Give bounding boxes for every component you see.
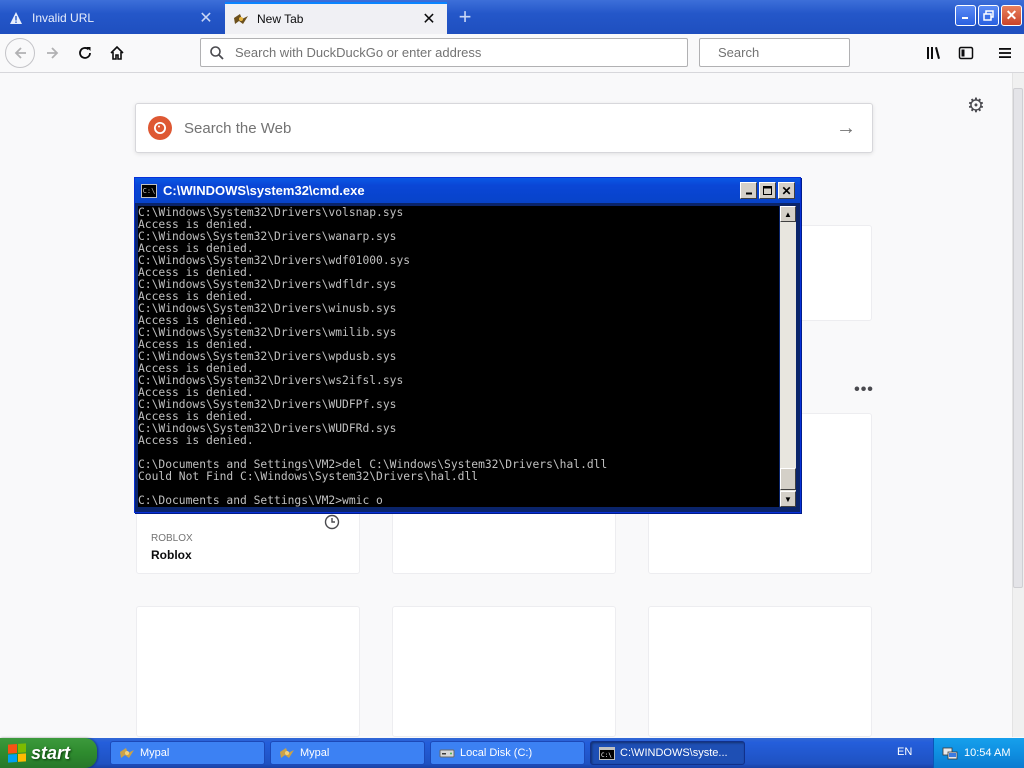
cmd-window[interactable]: C:\ C:\WINDOWS\system32\cmd.exe ✕ C:\Win… <box>134 177 801 513</box>
page-scrollbar-thumb[interactable] <box>1013 88 1023 588</box>
minimize-icon <box>962 17 968 19</box>
taskbar-item-label: Mypal <box>300 747 330 759</box>
cmd-window-title: C:\WINDOWS\system32\cmd.exe <box>163 183 365 198</box>
cmd-close-button[interactable]: ✕ <box>778 182 795 199</box>
mypal-icon <box>233 11 249 27</box>
minimize-button[interactable] <box>955 5 976 26</box>
cmd-minimize-button[interactable] <box>740 182 757 199</box>
scroll-down-icon[interactable]: ▼ <box>780 491 796 507</box>
arrow-right-icon <box>47 47 59 59</box>
duckduckgo-icon <box>148 116 172 140</box>
back-button[interactable] <box>5 38 35 68</box>
reload-icon <box>79 47 91 59</box>
web-search-box[interactable]: → <box>135 103 873 153</box>
taskbar-item-label: Local Disk (C:) <box>460 747 533 759</box>
reload-button[interactable] <box>70 38 100 68</box>
svg-text:C:\: C:\ <box>601 752 612 759</box>
minimize-icon <box>745 192 752 194</box>
highlight-host: ROBLOX <box>151 533 193 544</box>
close-icon[interactable]: ✕ <box>194 6 218 30</box>
taskbar-item-local-disk[interactable]: Local Disk (C:) <box>430 741 585 765</box>
cmd-scrollbar-thumb[interactable] <box>780 468 796 490</box>
tab-invalid-url[interactable]: Invalid URL ✕ <box>0 2 224 34</box>
sidebar-button[interactable] <box>951 38 981 68</box>
windows-logo-icon <box>8 743 26 763</box>
cmd-titlebar[interactable]: C:\ C:\WINDOWS\system32\cmd.exe ✕ <box>135 178 800 203</box>
tab-label: Invalid URL <box>32 11 95 25</box>
cmd-icon: C:\ <box>599 745 615 761</box>
window-close-button[interactable]: ✕ <box>1001 5 1022 26</box>
nav-toolbar <box>0 34 1024 73</box>
cmd-console-output[interactable]: C:\Windows\System32\Drivers\volsnap.sys … <box>138 206 779 507</box>
language-indicator[interactable]: EN <box>897 746 912 758</box>
clock[interactable]: 10:54 AM <box>964 747 1010 759</box>
sidebar-icon <box>958 46 974 60</box>
start-button[interactable]: start <box>0 738 97 768</box>
system-tray: 10:54 AM <box>933 738 1024 768</box>
search-icon <box>210 45 224 60</box>
tab-new-tab[interactable]: New Tab ✕ <box>225 2 447 34</box>
highlight-card[interactable] <box>648 606 872 737</box>
close-icon: ✕ <box>1005 7 1018 23</box>
cmd-maximize-button[interactable] <box>759 182 776 199</box>
highlight-card[interactable] <box>392 606 616 737</box>
search-bar[interactable] <box>699 38 896 67</box>
arrow-left-icon <box>14 47 26 59</box>
web-search-input[interactable] <box>182 118 828 138</box>
maximize-icon <box>763 186 772 195</box>
taskbar-item-mypal[interactable]: Mypal <box>110 741 265 765</box>
hamburger-icon <box>999 48 1011 58</box>
menu-button[interactable] <box>990 38 1020 68</box>
warning-icon <box>8 10 24 26</box>
cmd-icon: C:\ <box>141 183 157 198</box>
library-button[interactable] <box>919 38 949 68</box>
search-input[interactable] <box>716 44 896 61</box>
drive-icon <box>439 745 455 761</box>
cmd-scrollbar[interactable]: ▲ ▼ <box>780 206 796 507</box>
tab-strip: Invalid URL ✕ New Tab ✕ + ✕ <box>0 0 1024 34</box>
taskbar-item-label: Mypal <box>140 747 170 759</box>
tray-network-icon[interactable] <box>942 745 958 761</box>
close-icon: ✕ <box>781 183 792 198</box>
forward-button[interactable] <box>38 38 68 68</box>
highlight-card[interactable] <box>136 606 360 737</box>
taskbar-item-mypal[interactable]: Mypal <box>270 741 425 765</box>
library-icon <box>927 47 940 59</box>
mypal-icon <box>279 745 295 761</box>
cmd-text: C:\Windows\System32\Drivers\volsnap.sys … <box>138 206 608 507</box>
restore-button[interactable] <box>978 5 999 26</box>
start-label: start <box>31 742 71 763</box>
arrow-right-icon[interactable]: → <box>828 110 864 146</box>
close-icon[interactable]: ✕ <box>417 7 441 31</box>
tab-label: New Tab <box>257 12 304 26</box>
url-input[interactable] <box>233 44 687 61</box>
taskbar-item-label: C:\WINDOWS\syste... <box>620 747 728 759</box>
highlight-title[interactable]: Roblox <box>151 548 192 562</box>
more-options-icon[interactable]: ••• <box>852 381 876 398</box>
taskbar-item-cmd[interactable]: C:\ C:\WINDOWS\syste... <box>590 741 745 765</box>
mypal-icon <box>119 745 135 761</box>
home-icon <box>110 45 124 60</box>
new-tab-button[interactable]: + <box>452 4 478 29</box>
restore-icon <box>983 10 994 21</box>
gear-icon[interactable]: ⚙ <box>965 94 987 117</box>
scroll-up-icon[interactable]: ▲ <box>780 206 796 222</box>
home-button[interactable] <box>102 38 132 68</box>
url-bar[interactable] <box>200 38 688 67</box>
